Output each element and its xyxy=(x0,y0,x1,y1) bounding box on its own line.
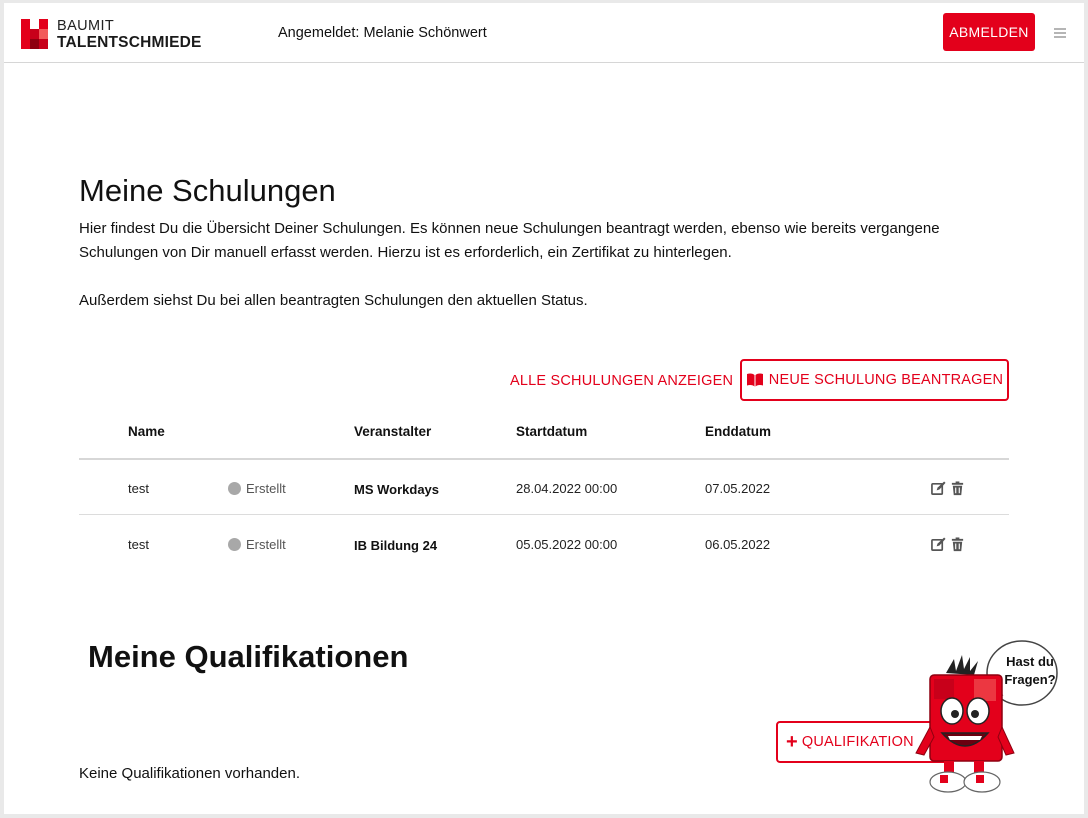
logout-button[interactable]: ABMELDEN xyxy=(943,13,1035,51)
add-qualification-label: QUALIFIKATION xyxy=(801,734,914,750)
plus-icon: + xyxy=(786,731,798,753)
status-dot-icon xyxy=(228,538,241,551)
status-dot-icon xyxy=(228,482,241,495)
intro-status-text: Außerdem siehst Du bei allen beantragten… xyxy=(79,292,588,309)
table-header-divider xyxy=(79,458,1009,460)
no-qualifications-text: Keine Qualifikationen vorhanden. xyxy=(79,765,300,782)
new-training-button[interactable]: NEUE SCHULUNG BEANTRAGEN xyxy=(740,359,1009,401)
logo-text-line2: TALENTSCHMIEDE xyxy=(57,34,202,51)
intro-text: Hier findest Du die Übersicht Deiner Sch… xyxy=(79,220,940,261)
trash-icon[interactable] xyxy=(950,481,965,496)
logo-text-line1: BAUMIT xyxy=(57,18,115,34)
app-frame: BAUMIT TALENTSCHMIEDE Angemeldet: Melani… xyxy=(4,3,1084,814)
status-badge: Erstellt xyxy=(228,481,286,496)
help-bubble-text[interactable]: Hast du Fragen? xyxy=(998,653,1062,689)
logged-in-user: Angemeldet: Melanie Schönwert xyxy=(278,25,487,41)
help-bubble-line1: Hast du xyxy=(1006,654,1054,669)
status-label: Erstellt xyxy=(246,537,286,552)
row-actions xyxy=(931,537,965,552)
column-header-end[interactable]: Enddatum xyxy=(705,424,771,439)
menu-icon[interactable] xyxy=(1054,28,1066,38)
page-title: Meine Schulungen xyxy=(79,173,336,208)
trash-icon[interactable] xyxy=(950,537,965,552)
status-label: Erstellt xyxy=(246,481,286,496)
edit-icon[interactable] xyxy=(931,537,946,552)
logo-mark-icon xyxy=(21,19,49,49)
row-divider xyxy=(79,514,1009,515)
column-header-organizer[interactable]: Veranstalter xyxy=(354,424,431,439)
row-organizer: MS Workdays xyxy=(354,482,440,497)
status-badge: Erstellt xyxy=(228,537,286,552)
help-bubble-line2: Fragen? xyxy=(1004,672,1056,687)
row-end-date: 06.05.2022 xyxy=(705,537,771,552)
new-training-label: NEUE SCHULUNG BEANTRAGEN xyxy=(768,372,1004,388)
qualifications-title: Meine Qualifikationen xyxy=(88,639,409,674)
row-name: test xyxy=(128,481,149,496)
book-icon xyxy=(746,373,763,387)
column-header-start[interactable]: Startdatum xyxy=(516,424,587,439)
row-end-date: 07.05.2022 xyxy=(705,481,771,496)
edit-icon[interactable] xyxy=(931,481,946,496)
baumit-logo[interactable]: BAUMIT TALENTSCHMIEDE xyxy=(21,18,211,51)
row-start-date: 28.04.2022 00:00 xyxy=(516,481,618,496)
show-all-trainings-link[interactable]: ALLE SCHULUNGEN ANZEIGEN xyxy=(510,373,733,389)
row-name: test xyxy=(128,537,149,552)
row-actions xyxy=(931,481,965,496)
row-organizer: IB Bildung 24 xyxy=(354,538,438,553)
column-header-name[interactable]: Name xyxy=(128,424,165,439)
row-start-date: 05.05.2022 00:00 xyxy=(516,537,618,552)
top-header: BAUMIT TALENTSCHMIEDE Angemeldet: Melani… xyxy=(4,3,1084,63)
